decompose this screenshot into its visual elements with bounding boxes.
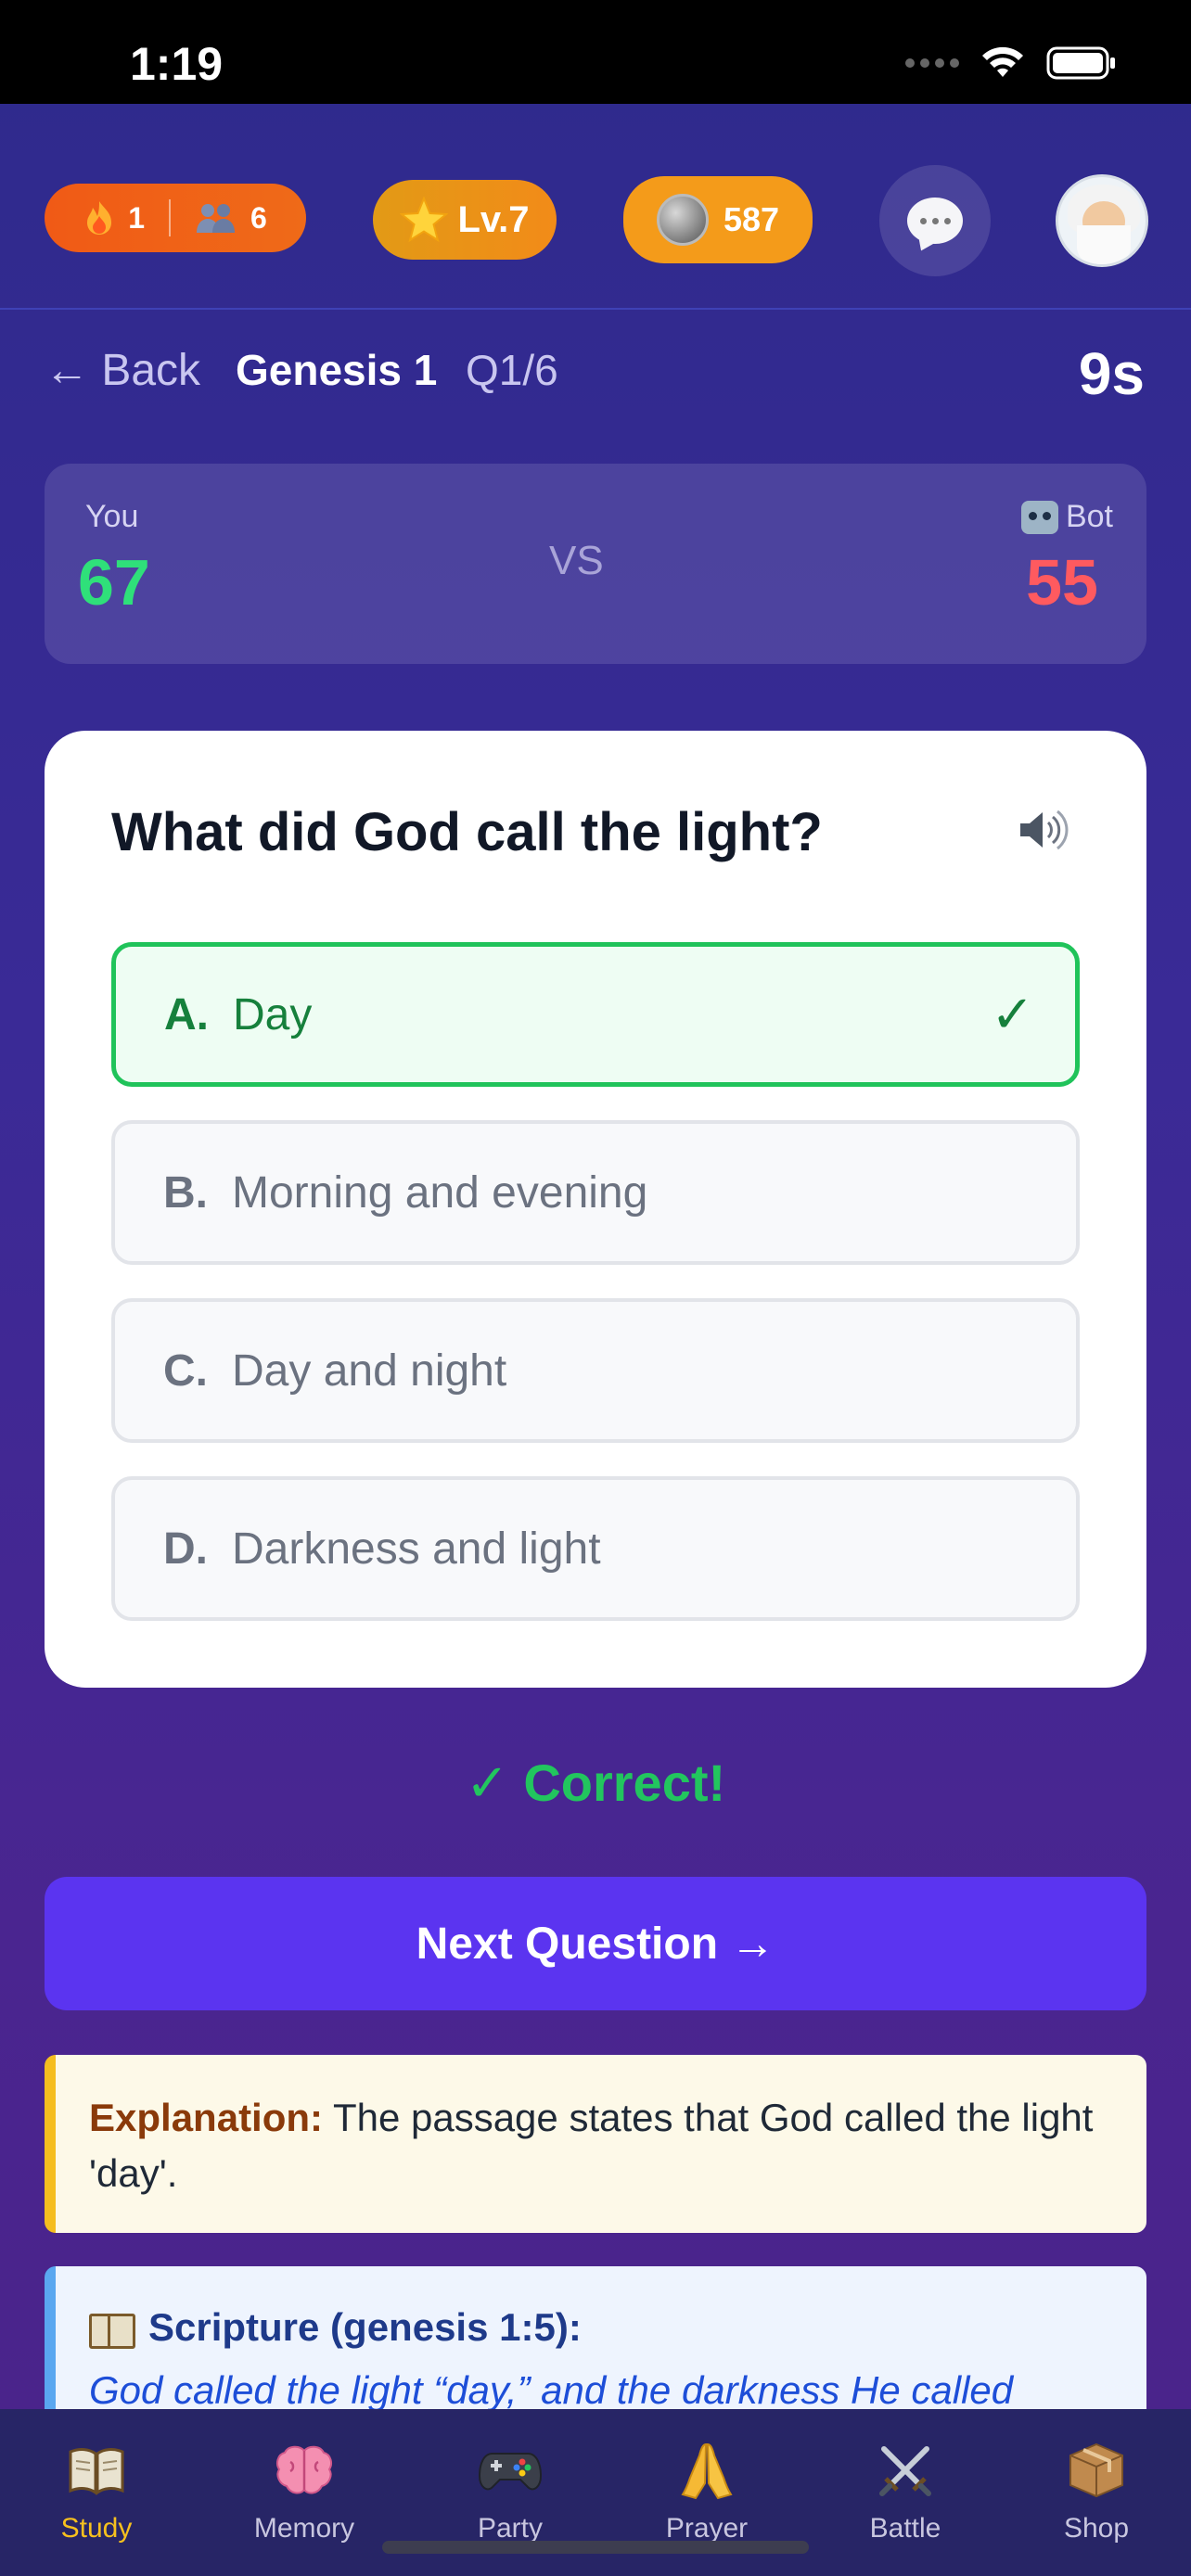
- tab-label: Prayer: [665, 2513, 749, 2544]
- question-text: What did God call the light?: [111, 802, 823, 862]
- robot-icon: [1020, 500, 1058, 534]
- option-text: Morning and evening: [232, 1167, 648, 1218]
- tab-prayer[interactable]: Prayer: [623, 2439, 790, 2544]
- answer-option-b[interactable]: B. Morning and evening: [111, 1120, 1080, 1265]
- option-letter: C.: [163, 1345, 208, 1396]
- status-bar: 1:19: [0, 0, 1191, 104]
- level-label: Lv.7: [457, 198, 530, 240]
- player-label: You: [85, 499, 139, 534]
- scripture-title: Scripture (genesis 1:5):: [148, 2305, 582, 2349]
- coin-count: 587: [723, 200, 780, 238]
- streak-friends-pill[interactable]: 1 6: [45, 184, 306, 252]
- back-button[interactable]: ← Back: [45, 345, 200, 396]
- home-indicator[interactable]: [382, 2541, 809, 2554]
- scripture-text: God called the light “day,” and the dark…: [89, 2368, 1014, 2412]
- status-time: 1:19: [130, 38, 224, 90]
- star-icon: [400, 197, 449, 243]
- correct-feedback: ✓ Correct!: [465, 1753, 726, 1812]
- bot-score: 55: [1026, 546, 1098, 618]
- answer-option-a[interactable]: A. Day ✓: [111, 942, 1080, 1087]
- tab-memory[interactable]: Memory: [221, 2439, 388, 2544]
- option-letter: B.: [163, 1167, 208, 1218]
- answer-option-d[interactable]: D. Darkness and light: [111, 1476, 1080, 1621]
- tab-label: Battle: [869, 2513, 941, 2544]
- open-book-icon: [69, 2448, 124, 2495]
- answer-option-c[interactable]: C. Day and night: [111, 1298, 1080, 1443]
- tab-study[interactable]: Study: [13, 2439, 180, 2544]
- brain-icon: [276, 2445, 332, 2494]
- tab-shop[interactable]: Shop: [1013, 2439, 1180, 2544]
- option-letter: A.: [164, 989, 209, 1039]
- player-score: 67: [78, 546, 150, 618]
- bot-label: Bot: [1065, 499, 1113, 534]
- top-bar: 1 6 Lv.7 587: [0, 104, 1191, 310]
- tab-label: Memory: [253, 2513, 355, 2544]
- option-text: Darkness and light: [232, 1524, 601, 1574]
- quiz-nav-row: ← Back Genesis 1 Q1/6 9s: [0, 334, 1191, 412]
- tab-label: Study: [60, 2513, 133, 2544]
- checkmark-icon: ✓: [991, 985, 1034, 1043]
- tab-label: Party: [477, 2513, 544, 2544]
- next-question-button[interactable]: Next Question →: [45, 1877, 1146, 2010]
- wifi-icon: [982, 46, 1023, 77]
- package-icon: [1069, 2442, 1123, 2498]
- chat-button[interactable]: [879, 165, 991, 276]
- speaker-icon[interactable]: [1017, 807, 1069, 853]
- question-counter: Q1/6: [466, 346, 558, 394]
- praying-hands-icon: [681, 2442, 733, 2500]
- explanation-label: Explanation:: [89, 2096, 324, 2139]
- countdown-timer: 9s: [1078, 340, 1145, 407]
- pill-divider: [169, 199, 171, 236]
- tab-battle[interactable]: Battle: [822, 2439, 989, 2544]
- crossed-swords-icon: [879, 2446, 931, 2496]
- chapter-title: Genesis 1: [236, 346, 438, 394]
- score-panel: You 67 VS Bot 55: [45, 464, 1146, 664]
- signal-icon: [905, 58, 959, 68]
- fire-icon: [87, 201, 112, 235]
- friends-icon: [197, 204, 235, 233]
- speech-bubble-icon: [907, 198, 963, 244]
- question-card: What did God call the light? A. Day ✓ B.…: [45, 731, 1146, 1688]
- option-text: Day and night: [232, 1345, 507, 1396]
- streak-count: 1: [128, 200, 145, 235]
- scripture-heading: Scripture (genesis 1:5):: [89, 2305, 1109, 2350]
- coin-icon: [656, 194, 709, 246]
- gamepad-icon: [478, 2453, 543, 2491]
- friends-count: 6: [250, 200, 267, 235]
- tab-party[interactable]: Party: [427, 2439, 594, 2544]
- status-icons: [905, 45, 1117, 82]
- battery-icon: [1046, 46, 1115, 80]
- profile-avatar[interactable]: [1056, 174, 1148, 267]
- option-text: Day: [233, 989, 313, 1039]
- explanation-box: Explanation: The passage states that God…: [45, 2055, 1146, 2233]
- bot-label-group: Bot: [1020, 499, 1113, 535]
- open-book-icon: [89, 2310, 135, 2349]
- tab-label: Shop: [1063, 2513, 1130, 2544]
- coins-pill[interactable]: 587: [623, 176, 813, 263]
- level-pill[interactable]: Lv.7: [373, 180, 557, 260]
- option-letter: D.: [163, 1524, 208, 1574]
- versus-label: VS: [549, 538, 604, 583]
